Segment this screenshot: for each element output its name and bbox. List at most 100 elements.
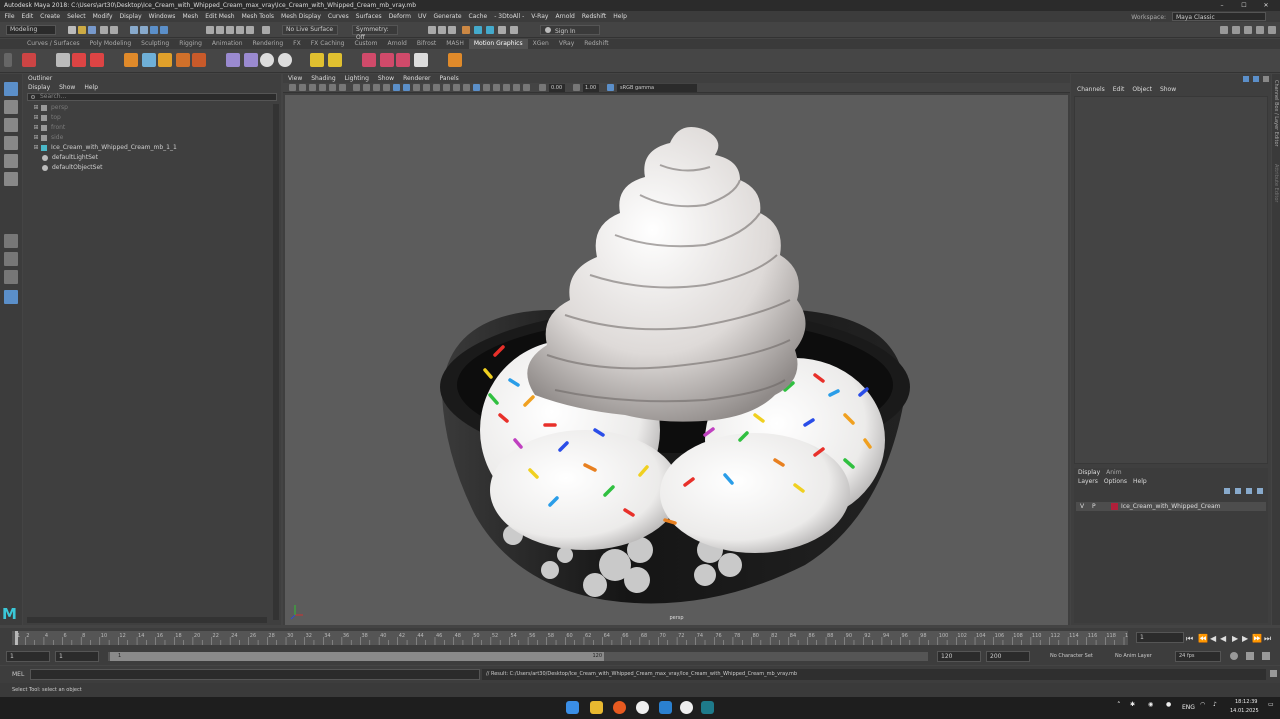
vray-vfb-icon[interactable] bbox=[498, 26, 506, 34]
xray-components-icon[interactable] bbox=[523, 84, 530, 91]
exposure-icon[interactable] bbox=[539, 84, 546, 91]
outliner-item[interactable]: defaultLightSet bbox=[33, 153, 281, 163]
auto-key-icon[interactable] bbox=[1246, 652, 1254, 660]
lasso-tool-icon[interactable] bbox=[4, 100, 18, 114]
outliner-search-input[interactable]: Search... bbox=[27, 93, 277, 101]
menu-surfaces[interactable]: Surfaces bbox=[352, 11, 385, 22]
menu-select[interactable]: Select bbox=[64, 11, 90, 22]
select-component-icon[interactable] bbox=[150, 26, 158, 34]
mail-icon[interactable] bbox=[659, 701, 672, 714]
outliner-item[interactable]: defaultObjectSet bbox=[33, 163, 281, 173]
side-tab-channelbox[interactable]: Channel Box / Layer Editor bbox=[1273, 80, 1279, 147]
menu-deform[interactable]: Deform bbox=[385, 11, 414, 22]
new-layer-selected-icon[interactable] bbox=[1235, 488, 1241, 494]
wireframe-icon[interactable] bbox=[393, 84, 400, 91]
anim-prefs-icon[interactable] bbox=[1262, 652, 1270, 660]
fps-dropdown[interactable]: 24 fps bbox=[1175, 651, 1221, 662]
tray-chevron-icon[interactable]: ˄ bbox=[1117, 701, 1121, 709]
menu-edit-mesh[interactable]: Edit Mesh bbox=[202, 11, 238, 22]
snap-live-icon[interactable] bbox=[262, 26, 270, 34]
image-plane-icon[interactable] bbox=[319, 84, 326, 91]
mel-input[interactable] bbox=[30, 669, 480, 680]
snap-view-icon[interactable] bbox=[236, 26, 244, 34]
menu-edit[interactable]: Edit bbox=[18, 11, 37, 22]
hypershade-icon[interactable] bbox=[462, 26, 470, 34]
start-icon[interactable] bbox=[566, 701, 579, 714]
gamma-field[interactable]: 1.00 bbox=[583, 84, 599, 92]
layer-playback-toggle[interactable]: P bbox=[1092, 502, 1096, 511]
vray-ipr-icon[interactable] bbox=[486, 26, 494, 34]
clock-time[interactable]: 18:12:39 bbox=[1235, 699, 1257, 705]
outliner-item[interactable]: ⊞ top bbox=[33, 113, 281, 123]
outliner-menu-display[interactable]: Display bbox=[28, 84, 50, 91]
menu-create[interactable]: Create bbox=[37, 11, 64, 22]
replicator-shelf-icon[interactable] bbox=[362, 53, 376, 67]
textured-icon[interactable] bbox=[423, 84, 430, 91]
grease-pencil-icon[interactable] bbox=[339, 84, 346, 91]
step-forward-frame-icon[interactable]: ▶ bbox=[1242, 634, 1248, 643]
ipr-render-icon[interactable] bbox=[438, 26, 446, 34]
snap-surface-icon[interactable] bbox=[246, 26, 254, 34]
dynamics-shelf-icon[interactable] bbox=[310, 53, 324, 67]
default-material-icon[interactable] bbox=[413, 84, 420, 91]
live-surface-field[interactable]: No Live Surface bbox=[282, 25, 338, 35]
move-down-layer-icon[interactable] bbox=[1257, 488, 1263, 494]
wifi-icon[interactable]: ◠ bbox=[1200, 701, 1205, 708]
rotate-tool-icon[interactable] bbox=[4, 154, 18, 168]
outliner-menu-help[interactable]: Help bbox=[84, 84, 98, 91]
menu-v-ray[interactable]: V-Ray bbox=[528, 11, 552, 22]
shelf-tab-xgen[interactable]: XGen bbox=[528, 39, 554, 49]
viewport-menu-panels[interactable]: Panels bbox=[439, 75, 458, 82]
xray-icon[interactable] bbox=[503, 84, 510, 91]
viewport-menu-renderer[interactable]: Renderer bbox=[403, 75, 430, 82]
color-management-icon[interactable] bbox=[607, 84, 614, 91]
shelf-tab-curves-surfaces[interactable]: Curves / Surfaces bbox=[22, 39, 85, 49]
anim-start-field[interactable]: 1 bbox=[55, 651, 99, 662]
maximize-button[interactable]: ☐ bbox=[1234, 0, 1254, 11]
menu-mesh-tools[interactable]: Mesh Tools bbox=[238, 11, 277, 22]
layer-menu-options[interactable]: Options bbox=[1104, 478, 1127, 485]
svg-shelf-icon[interactable] bbox=[226, 53, 240, 67]
menu-redshift[interactable]: Redshift bbox=[578, 11, 609, 22]
two-pane-icon[interactable] bbox=[4, 270, 18, 284]
loop-icon[interactable] bbox=[1230, 652, 1238, 660]
move-up-layer-icon[interactable] bbox=[1246, 488, 1252, 494]
file-explorer-icon[interactable] bbox=[590, 701, 603, 714]
snap-point-icon[interactable] bbox=[226, 26, 234, 34]
current-frame-field[interactable]: 1 bbox=[1136, 632, 1184, 643]
volume-icon[interactable]: ♪ bbox=[1213, 701, 1217, 708]
shelf-tab-custom[interactable]: Custom bbox=[349, 39, 382, 49]
ring-shelf-icon[interactable] bbox=[260, 53, 274, 67]
snap-curve-icon[interactable] bbox=[216, 26, 224, 34]
shelf-tab-fx-caching[interactable]: FX Caching bbox=[306, 39, 350, 49]
symmetry-dropdown[interactable]: Symmetry: Off bbox=[352, 25, 398, 41]
shelf-tab-fx[interactable]: FX bbox=[288, 39, 306, 49]
clock-date[interactable]: 14.01.2025 bbox=[1230, 708, 1259, 714]
ambient-occlusion-icon[interactable] bbox=[453, 84, 460, 91]
sun-shelf-icon[interactable] bbox=[328, 53, 342, 67]
channelbox-menu-channels[interactable]: Channels bbox=[1077, 86, 1105, 93]
mash-list-icon[interactable] bbox=[56, 53, 70, 67]
select-object-icon[interactable] bbox=[140, 26, 148, 34]
shadows-icon[interactable] bbox=[443, 84, 450, 91]
notification-icon[interactable]: ▭ bbox=[1268, 701, 1274, 708]
attribute-toggle-icon[interactable] bbox=[1253, 76, 1259, 82]
menu-uv[interactable]: UV bbox=[415, 11, 431, 22]
shirt-shelf-icon[interactable] bbox=[380, 53, 394, 67]
channelbox-menu-edit[interactable]: Edit bbox=[1113, 86, 1125, 93]
expand-icon[interactable]: ⊞ bbox=[33, 103, 39, 113]
new-scene-icon[interactable] bbox=[68, 26, 76, 34]
shelf-tab-motion-graphics[interactable]: Motion Graphics bbox=[468, 39, 528, 49]
outliner-item[interactable]: ⊞ front bbox=[33, 123, 281, 133]
character-controls-icon[interactable] bbox=[1232, 26, 1240, 34]
snap-grid-icon[interactable] bbox=[206, 26, 214, 34]
shelf-tab-mash[interactable]: MASH bbox=[441, 39, 469, 49]
channelbox-menu-object[interactable]: Object bbox=[1132, 86, 1152, 93]
menu-3dtoall[interactable]: - 3DtoAll - bbox=[491, 11, 528, 22]
character-set-dropdown[interactable]: No Character Set bbox=[1050, 653, 1093, 659]
side-tab-attribute-editor[interactable]: Attribute Editor bbox=[1273, 164, 1279, 202]
go-to-start-icon[interactable]: ⏮ bbox=[1186, 634, 1193, 644]
gate-mask-icon[interactable] bbox=[383, 84, 390, 91]
film-gate-icon[interactable] bbox=[363, 84, 370, 91]
attribute-editor-icon[interactable] bbox=[1244, 26, 1252, 34]
